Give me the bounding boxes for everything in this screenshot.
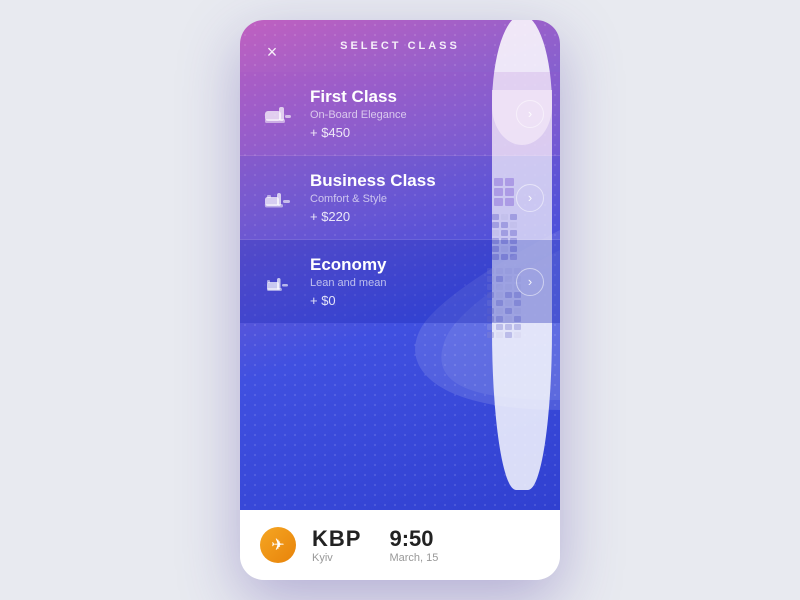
airline-logo: ✈ [260, 527, 296, 563]
city-name: Kyiv [312, 552, 361, 564]
business-class-seat-icon [260, 180, 296, 216]
arrow-icon: › [528, 190, 532, 205]
first-class-arrow[interactable]: › [516, 100, 544, 128]
economy-class-name: Economy [310, 255, 516, 275]
departure-time: 9:50 [389, 526, 438, 552]
page-title: SELECT CLASS [340, 40, 460, 52]
card-main: × SELECT CLASS First Class On [240, 20, 560, 510]
business-class-item[interactable]: Business Class Comfort & Style + $220 › [240, 156, 560, 240]
business-class-name: Business Class [310, 171, 516, 191]
economy-class-item[interactable]: Economy Lean and mean + $0 › [240, 240, 560, 323]
business-class-arrow[interactable]: › [516, 184, 544, 212]
classes-container: First Class On-Board Elegance + $450 › [240, 62, 560, 333]
airport-info: KBP Kyiv [312, 526, 361, 564]
airline-icon: ✈ [271, 535, 284, 555]
flight-time-info: 9:50 March, 15 [389, 526, 438, 564]
first-class-item[interactable]: First Class On-Board Elegance + $450 › [240, 72, 560, 156]
close-icon: × [267, 42, 278, 63]
airport-code: KBP [312, 526, 361, 552]
card-footer: ✈ KBP Kyiv 9:50 March, 15 [240, 510, 560, 580]
economy-class-subtitle: Lean and mean [310, 277, 516, 289]
first-class-name: First Class [310, 87, 516, 107]
first-class-price: + $450 [310, 125, 516, 140]
header: × SELECT CLASS [240, 20, 560, 62]
select-class-card: × SELECT CLASS First Class On [240, 20, 560, 580]
economy-class-arrow[interactable]: › [516, 268, 544, 296]
economy-class-seat-icon [260, 264, 296, 300]
business-class-subtitle: Comfort & Style [310, 193, 516, 205]
economy-class-price: + $0 [310, 293, 516, 308]
economy-class-info: Economy Lean and mean + $0 [310, 255, 516, 308]
first-class-subtitle: On-Board Elegance [310, 109, 516, 121]
arrow-icon: › [528, 274, 532, 289]
first-class-seat-icon [260, 96, 296, 132]
close-button[interactable]: × [260, 40, 284, 64]
departure-date: March, 15 [389, 552, 438, 564]
arrow-icon: › [528, 106, 532, 121]
business-class-info: Business Class Comfort & Style + $220 [310, 171, 516, 224]
business-class-price: + $220 [310, 209, 516, 224]
first-class-info: First Class On-Board Elegance + $450 [310, 87, 516, 140]
